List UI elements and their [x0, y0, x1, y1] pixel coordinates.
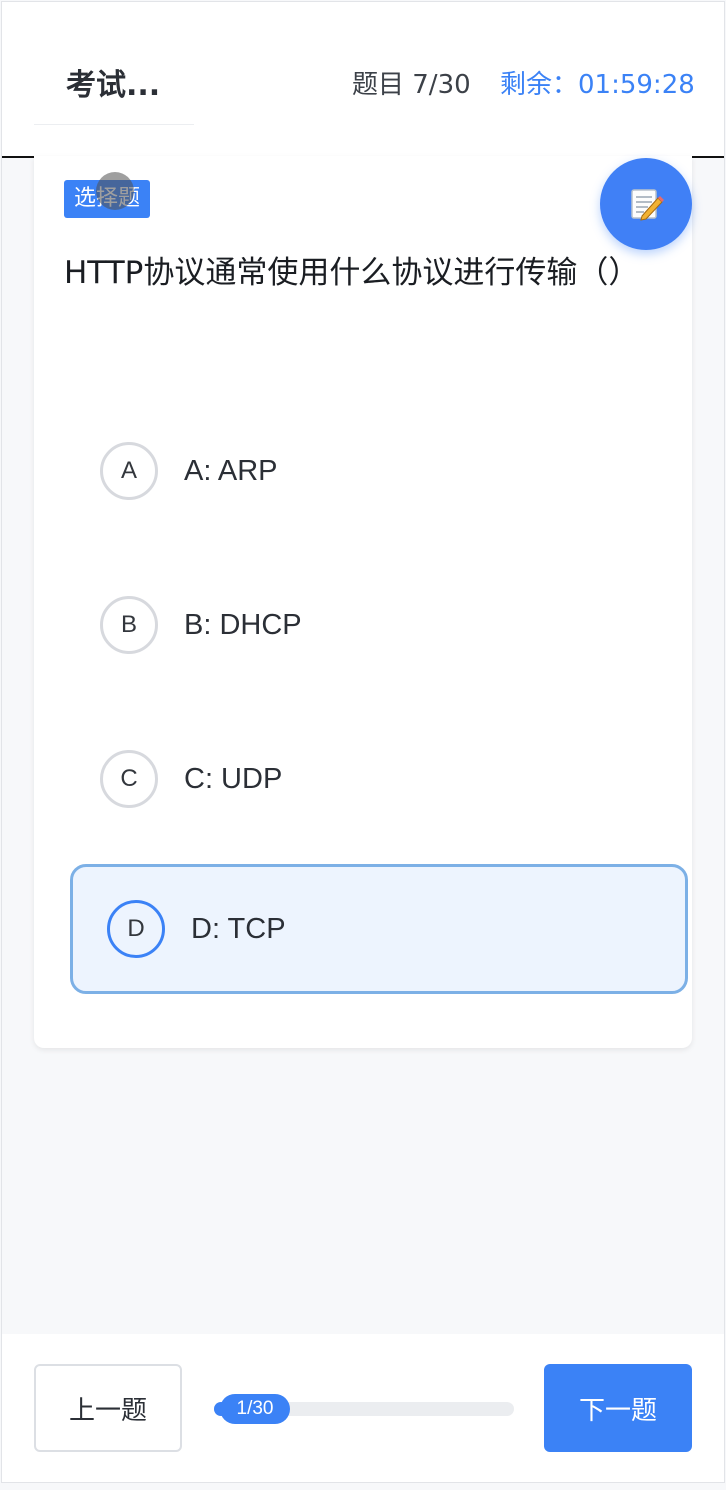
progress-pill: 1/30	[220, 1394, 290, 1424]
option-label: B: DHCP	[184, 608, 302, 641]
option-c[interactable]: C C: UDP	[70, 714, 690, 844]
page-title: 考试...	[66, 68, 161, 103]
question-text: HTTP协议通常使用什么协议进行传输（）	[64, 255, 640, 291]
option-letter: D	[107, 900, 165, 958]
remaining-timer: 剩余：01:59:28	[500, 70, 695, 100]
option-label: C: UDP	[184, 762, 283, 795]
notepad-pencil-icon	[631, 189, 664, 221]
option-label: D: TCP	[191, 912, 286, 945]
answer-sheet-button[interactable]	[600, 158, 692, 250]
question-card: 选择题 HTTP协议通常使用什么协议进行传输（） A A: ARP B B: D…	[34, 156, 692, 1048]
option-label: A: ARP	[184, 454, 278, 487]
header: 考试... 题目 7/30 剩余：01:59:28	[2, 2, 724, 158]
question-counter: 题目 7/30	[352, 70, 471, 100]
previous-question-button[interactable]: 上一题	[34, 1364, 182, 1452]
title-underline	[34, 124, 194, 125]
next-question-button[interactable]: 下一题	[544, 1364, 692, 1452]
option-letter: A	[100, 442, 158, 500]
bottom-navigation: 上一题 1/30 下一题	[2, 1334, 724, 1482]
option-letter: C	[100, 750, 158, 808]
option-b[interactable]: B B: DHCP	[70, 560, 690, 690]
option-a[interactable]: A A: ARP	[70, 406, 690, 536]
option-d[interactable]: D D: TCP	[70, 864, 688, 994]
exam-screen: 考试... 题目 7/30 剩余：01:59:28 选择题 HTTP协议通常使用…	[1, 1, 725, 1483]
option-letter: B	[100, 596, 158, 654]
touch-indicator	[96, 172, 134, 210]
